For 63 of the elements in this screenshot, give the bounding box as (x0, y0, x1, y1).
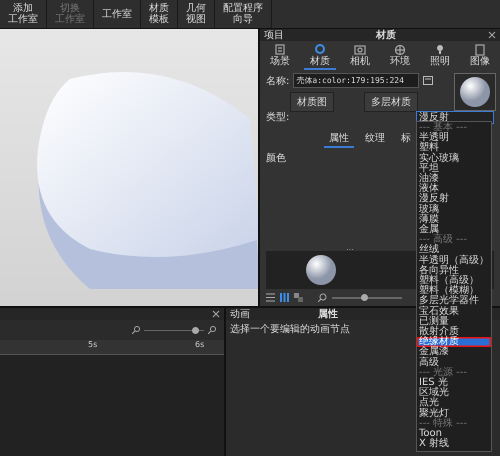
list-view-icon[interactable] (266, 293, 275, 302)
menu-item[interactable]: 高级 (417, 358, 491, 368)
search-icon (318, 293, 327, 302)
toolbar-button[interactable]: 添加 工作室 (0, 0, 47, 28)
material-button[interactable]: 多层材质 (364, 92, 418, 112)
close-icon[interactable] (212, 310, 220, 318)
toolbar-button[interactable]: 工作室 (94, 0, 141, 28)
sphere-preview (460, 77, 490, 107)
zoom-out-icon (132, 326, 140, 334)
name-field[interactable]: 壳体a:color:179:195:224 (293, 73, 420, 88)
grid-view-icon[interactable] (280, 293, 289, 302)
hint-text: 选择一个要编辑的动画节点 (229, 322, 351, 337)
menu-item[interactable]: X 射线 (417, 439, 491, 450)
menu-item[interactable]: 金属漆 (417, 347, 491, 358)
menu-item[interactable]: 半透明（高级） (417, 256, 491, 266)
sort-icon[interactable] (294, 293, 303, 302)
property-tab[interactable]: 属性 (324, 130, 354, 148)
globe-icon (394, 44, 406, 56)
menu-item[interactable]: 薄膜 (417, 214, 491, 226)
name-label: 名称: (266, 74, 290, 88)
time-label: 5s (88, 340, 98, 349)
menu-item[interactable]: 金属 (417, 225, 491, 236)
menu-item[interactable]: 宝石效果 (417, 306, 491, 317)
panel-title: 材质 (374, 28, 397, 42)
panel-tab[interactable]: 照明 (424, 43, 456, 70)
time-label: 6s (195, 340, 204, 349)
property-tab[interactable]: 纹理 (360, 130, 390, 148)
list-icon (274, 44, 286, 56)
panel-label: 项目 (264, 29, 284, 42)
save-icon[interactable] (423, 76, 434, 85)
sphere-icon (314, 44, 326, 56)
menu-item[interactable]: 多层光学器件 (417, 296, 491, 307)
panel-tab[interactable]: 环境 (384, 43, 416, 70)
panel-tab[interactable]: 场景 (264, 43, 296, 70)
material-button[interactable]: 材质图 (290, 92, 334, 112)
color-label: 颜色 (266, 152, 286, 165)
section-heading: --- 光源 --- (418, 368, 468, 378)
panel-title: 属性 (318, 308, 338, 321)
zoom-in-icon (208, 326, 216, 334)
menu-item[interactable]: 玻璃 (417, 204, 491, 215)
toolbar-button[interactable]: 配置程序 向导 (215, 0, 272, 28)
section-heading: --- 基本 --- (418, 123, 468, 133)
menu-item[interactable]: 塑料 (417, 143, 491, 154)
sphere-preview (306, 255, 336, 285)
menu-item[interactable]: 实心玻璃 (417, 154, 491, 164)
property-tab[interactable]: 标 (396, 130, 416, 148)
menu-item[interactable]: 点光 (417, 398, 491, 409)
toolbar-button[interactable]: 几何 视图 (178, 0, 215, 28)
panel-tab[interactable]: 图像 (464, 43, 496, 70)
bulb-icon (434, 44, 446, 56)
type-label: 类型: (266, 110, 290, 124)
menu-item[interactable]: 丝绒 (417, 245, 491, 256)
camera-icon (354, 44, 366, 56)
panel-tab[interactable]: 材质 (304, 43, 336, 70)
menu-item[interactable]: 漫反射 (417, 194, 491, 205)
frame-icon (474, 44, 486, 56)
panel-tab[interactable]: 相机 (344, 43, 376, 70)
more-handle[interactable]: ... (346, 245, 354, 251)
toolbar-button[interactable]: 材质 模板 (141, 0, 178, 28)
section-heading: --- 特殊 --- (418, 418, 468, 429)
close-icon[interactable] (488, 31, 496, 39)
panel-label: 动画 (230, 308, 250, 321)
menu-item[interactable]: 聚光灯 (417, 408, 491, 419)
